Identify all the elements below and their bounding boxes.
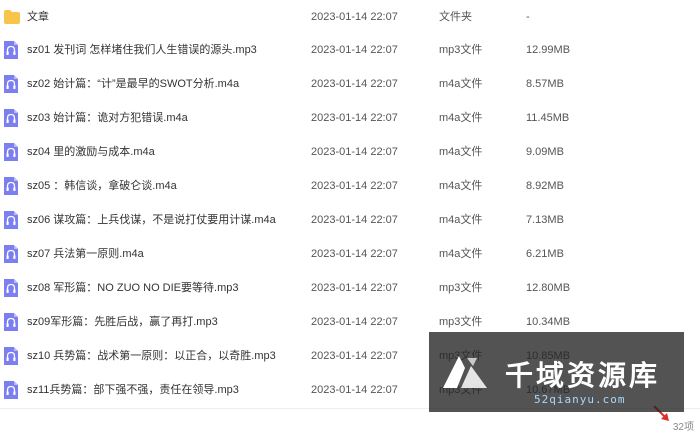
- file-row[interactable]: 文章 2023-01-14 22:07 文件夹 -: [0, 0, 700, 34]
- file-type: m4a文件: [439, 248, 483, 260]
- file-date: 2023-01-14 22:07: [311, 384, 398, 396]
- file-name[interactable]: 文章: [27, 0, 49, 34]
- file-date: 2023-01-14 22:07: [311, 316, 398, 328]
- file-row[interactable]: sz04 里的激励与成本.m4a 2023-01-14 22:07 m4a文件 9.0…: [0, 135, 700, 169]
- folder-icon: [3, 7, 20, 27]
- file-row[interactable]: sz08 军形篇：NO ZUO NO DIE要等待.mp3 2023-01-14 …: [0, 271, 700, 305]
- file-name[interactable]: sz02 始计篇：“计”是最早的SWOT分析.m4a: [27, 67, 239, 101]
- file-row[interactable]: sz07 兵法第一原则.m4a 2023-01-14 22:07 m4a文件 6.21…: [0, 237, 700, 271]
- file-date: 2023-01-14 22:07: [311, 78, 398, 90]
- file-type: m4a文件: [439, 214, 483, 226]
- file-row[interactable]: sz03 始计篇：诡对方犯错误.m4a 2023-01-14 22:07 m4a文件…: [0, 101, 700, 135]
- file-name[interactable]: sz06 谋攻篇：上兵伐谋，不是说打仗要用计谋.m4a: [27, 203, 276, 237]
- file-name[interactable]: sz04 里的激励与成本.m4a: [27, 135, 155, 169]
- audio-icon: [3, 278, 19, 298]
- file-type: m4a文件: [439, 112, 483, 124]
- item-count: 32项: [672, 422, 694, 433]
- audio-icon: [3, 210, 19, 230]
- file-size: 8.92MB: [526, 180, 564, 192]
- file-name[interactable]: sz10 兵势篇：战术第一原则：以正合，以奇胜.mp3: [27, 339, 276, 373]
- file-size: 6.21MB: [526, 248, 564, 260]
- file-date: 2023-01-14 22:07: [311, 180, 398, 192]
- file-type: 文件夹: [439, 11, 472, 23]
- audio-icon: [3, 176, 19, 196]
- audio-icon: [3, 142, 19, 162]
- file-type: m4a文件: [439, 146, 483, 158]
- file-size: -: [526, 11, 530, 23]
- file-size: 8.57MB: [526, 78, 564, 90]
- audio-icon: [3, 346, 19, 366]
- watermark-logo-icon: [443, 356, 487, 388]
- file-name[interactable]: sz05 ：韩信谈，拿破仑谈.m4a: [27, 169, 177, 203]
- file-date: 2023-01-14 22:07: [311, 112, 398, 124]
- watermark-title: 千域资源库: [505, 359, 661, 392]
- file-date: 2023-01-14 22:07: [311, 11, 398, 23]
- file-type: mp3文件: [439, 282, 483, 294]
- audio-icon: [3, 74, 19, 94]
- file-date: 2023-01-14 22:07: [311, 146, 398, 158]
- audio-icon: [3, 312, 19, 332]
- file-name[interactable]: sz01 发刊词 怎样堵住我们人生错误的源头.mp3: [27, 33, 257, 67]
- file-size: 12.80MB: [526, 282, 571, 294]
- file-date: 2023-01-14 22:07: [311, 214, 398, 226]
- file-size: 9.09MB: [526, 146, 564, 158]
- file-name[interactable]: sz09军形篇：先胜后战，赢了再打.mp3: [27, 305, 218, 339]
- file-name[interactable]: sz11兵势篇：部下强不强，责任在领导.mp3: [27, 373, 239, 407]
- file-date: 2023-01-14 22:07: [311, 350, 398, 362]
- audio-icon: [3, 40, 19, 60]
- file-row[interactable]: sz05 ：韩信谈，拿破仑谈.m4a 2023-01-14 22:07 m4a文件 8…: [0, 169, 700, 203]
- file-name[interactable]: sz03 始计篇：诡对方犯错误.m4a: [27, 101, 188, 135]
- watermark-url: 52qianyu.com: [534, 393, 626, 406]
- file-row[interactable]: sz06 谋攻篇：上兵伐谋，不是说打仗要用计谋.m4a 2023-01-14 22…: [0, 203, 700, 237]
- file-date: 2023-01-14 22:07: [311, 248, 398, 260]
- file-size: 11.45MB: [526, 112, 570, 124]
- file-type: m4a文件: [439, 78, 483, 90]
- audio-icon: [3, 380, 19, 400]
- file-name[interactable]: sz08 军形篇：NO ZUO NO DIE要等待.mp3: [27, 271, 238, 305]
- file-date: 2023-01-14 22:07: [311, 282, 398, 294]
- file-name[interactable]: sz07 兵法第一原则.m4a: [27, 237, 144, 271]
- audio-icon: [3, 108, 19, 128]
- file-size: 7.13MB: [526, 214, 564, 226]
- file-size: 12.99MB: [526, 44, 571, 56]
- file-type: m4a文件: [439, 180, 483, 192]
- file-row[interactable]: sz01 发刊词 怎样堵住我们人生错误的源头.mp3 2023-01-14 22:…: [0, 33, 700, 67]
- audio-icon: [3, 244, 19, 264]
- watermark: 千域资源库 52qianyu.com: [429, 332, 684, 412]
- file-date: 2023-01-14 22:07: [311, 44, 398, 56]
- file-type: mp3文件: [439, 44, 483, 56]
- file-row[interactable]: sz02 始计篇：“计”是最早的SWOT分析.m4a 2023-01-14 22:…: [0, 67, 700, 101]
